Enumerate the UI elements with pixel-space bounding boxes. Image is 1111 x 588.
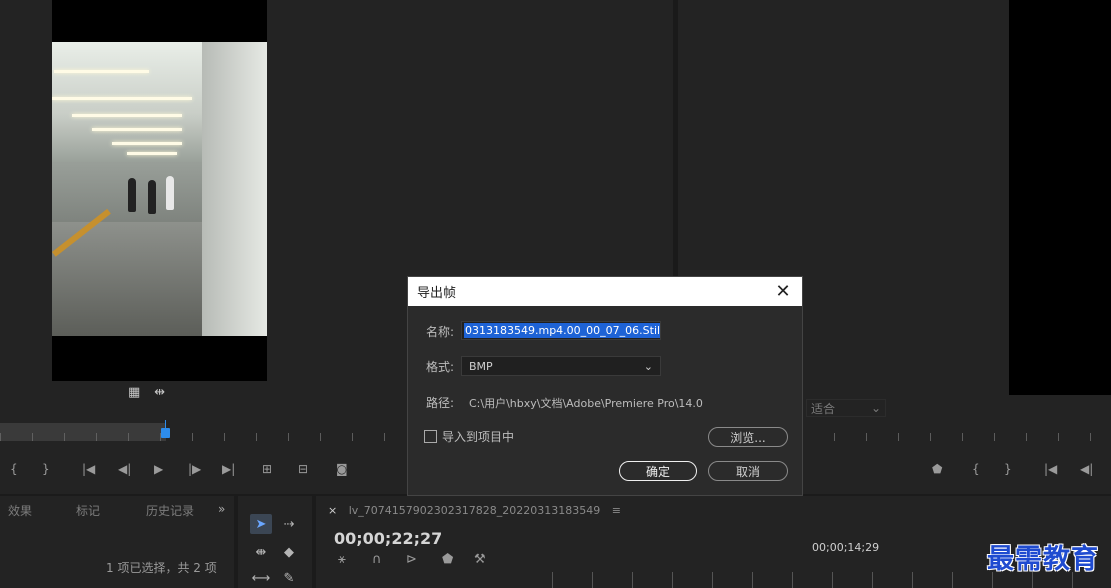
overwrite-icon[interactable]: ⊟ [298, 462, 308, 476]
step-back-icon[interactable]: ◀| [1080, 462, 1093, 476]
program-transport-controls: ⬟ { } |◀ ◀| [930, 462, 1111, 482]
video-preview [52, 0, 267, 381]
format-label: 格式: [426, 360, 455, 374]
more-tabs-icon[interactable]: » [218, 502, 225, 516]
tab-effects[interactable]: 效果 [8, 502, 32, 519]
slip-tool-icon[interactable]: ⟷ [250, 568, 272, 588]
dialog-title: 导出帧 [417, 286, 457, 301]
go-to-in-icon[interactable]: |◀ [82, 462, 95, 476]
link-icon[interactable]: ∩ [372, 552, 382, 567]
watermark-logo: 最需教育 [987, 544, 1099, 575]
close-icon[interactable]: × [328, 504, 337, 517]
insert-nest-icon[interactable]: ⊳ [406, 552, 417, 567]
tab-history[interactable]: 历史记录 [146, 502, 194, 519]
ripple-edit-tool-icon[interactable]: ⇼ [250, 542, 272, 562]
browse-button[interactable]: 浏览... [708, 427, 788, 447]
fit-select[interactable]: 适合 ⌄ [806, 399, 886, 417]
step-back-icon[interactable]: ◀| [118, 462, 131, 476]
film-icon[interactable]: ▦ [128, 386, 140, 402]
mark-out-icon[interactable]: } [42, 462, 50, 476]
name-value[interactable]: 0313183549.mp4.00_00_07_06.Still001 [464, 323, 660, 338]
timeline-timecode[interactable]: 00;00;22;27 [334, 529, 442, 548]
menu-icon[interactable]: ≡ [612, 504, 621, 517]
dialog-title-bar: 导出帧 ✕ [408, 277, 802, 306]
wrench-icon[interactable]: ⚒ [474, 552, 486, 567]
close-icon[interactable]: ✕ [772, 280, 794, 302]
ruler-timecode: 00;00;14;29 [812, 541, 880, 554]
cancel-button[interactable]: 取消 [708, 461, 788, 481]
mark-in-icon[interactable]: { [972, 462, 980, 476]
wave-icon[interactable]: ⇹ [154, 386, 165, 402]
step-forward-icon[interactable]: |▶ [188, 462, 201, 476]
razor-tool-icon[interactable]: ◆ [278, 542, 300, 562]
play-icon[interactable]: ▶ [154, 462, 163, 476]
add-marker-icon[interactable]: ⬟ [442, 552, 453, 567]
selection-tool-icon[interactable]: ➤ [250, 514, 272, 534]
camera-icon[interactable]: ◙ [336, 462, 348, 476]
pen-tool-icon[interactable]: ✎ [278, 568, 300, 588]
selection-status: 1 项已选择，共 2 项 [106, 561, 217, 575]
tab-markers[interactable]: 标记 [76, 502, 100, 519]
path-value: C:\用户\hbxy\文档\Adobe\Premiere Pro\14.0 [469, 397, 703, 410]
go-to-out-icon[interactable]: ▶| [222, 462, 235, 476]
program-timeline-ruler[interactable] [802, 433, 1111, 441]
snap-icon[interactable]: ⚹ [338, 552, 346, 567]
source-playhead[interactable] [161, 428, 170, 438]
ok-button[interactable]: 确定 [619, 461, 697, 481]
tools-panel: ➤ ⇢ ⇼ ◆ ⟷ ✎ [238, 496, 312, 588]
project-panel: 效果 标记 历史记录 » 1 项已选择，共 2 项 [0, 496, 234, 588]
tab-sequence[interactable]: × lv_7074157902302317828_20220313183549 … [328, 504, 621, 517]
sequence-name: lv_7074157902302317828_20220313183549 [348, 504, 601, 517]
chevron-down-icon: ⌄ [870, 401, 881, 415]
video-frame-image [52, 42, 267, 336]
name-label: 名称: [426, 325, 455, 339]
go-to-in-icon[interactable]: |◀ [1044, 462, 1057, 476]
program-video-area [1009, 0, 1111, 395]
import-checkbox[interactable] [424, 430, 437, 443]
import-label[interactable]: 导入到项目中 [442, 428, 514, 445]
insert-icon[interactable]: ⊞ [262, 462, 272, 476]
format-value: BMP [469, 359, 493, 373]
source-toggle-icons: ▦ ⇹ [128, 386, 178, 402]
chevron-down-icon: ⌄ [643, 359, 653, 373]
path-label: 路径: [426, 396, 455, 410]
mark-out-icon[interactable]: } [1004, 462, 1012, 476]
track-select-tool-icon[interactable]: ⇢ [278, 514, 300, 534]
marker-icon[interactable]: ⬟ [932, 462, 942, 476]
name-input[interactable]: 0313183549.mp4.00_00_07_06.Still001 [461, 321, 661, 340]
export-frame-dialog: 导出帧 ✕ 名称: 0313183549.mp4.00_00_07_06.Sti… [407, 276, 803, 496]
format-select[interactable]: BMP ⌄ [461, 356, 661, 376]
mark-in-icon[interactable]: { [10, 462, 18, 476]
